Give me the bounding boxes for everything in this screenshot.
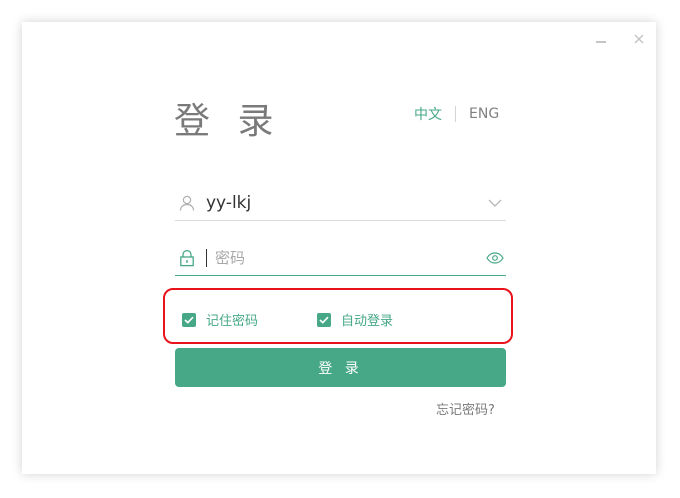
language-option-zh[interactable]: 中文	[414, 104, 442, 124]
close-icon	[634, 34, 644, 44]
eye-icon[interactable]	[484, 247, 506, 269]
login-button[interactable]: 登 录	[175, 348, 506, 387]
password-input[interactable]	[215, 245, 484, 271]
forgot-password-link[interactable]: 忘记密码?	[436, 399, 495, 418]
language-divider	[455, 106, 456, 122]
auto-login-label: 自动登录	[341, 314, 394, 329]
checkmark-icon	[317, 312, 331, 327]
chevron-down-icon[interactable]	[484, 192, 506, 214]
language-option-en[interactable]: ENG	[469, 106, 499, 122]
text-cursor	[206, 249, 207, 267]
remember-password-label: 记住密码	[206, 314, 259, 329]
checkmark-icon	[182, 312, 196, 327]
username-value: yy-lkj	[206, 193, 252, 213]
auto-login-checkbox[interactable]: 自动登录	[317, 310, 393, 329]
minimize-button[interactable]	[590, 28, 612, 50]
lock-icon	[176, 247, 198, 269]
minimize-icon	[596, 41, 606, 43]
password-field[interactable]	[175, 241, 506, 276]
close-button[interactable]	[628, 28, 650, 50]
username-field[interactable]: yy-lkj	[175, 186, 506, 221]
page-title: 登 录	[174, 101, 282, 142]
login-window: 登 录 中文 ENG yy-lkj 记住密码 自动登录 登 录 忘记密码?	[22, 22, 656, 474]
user-icon	[176, 192, 198, 214]
language-switcher: 中文 ENG	[414, 104, 499, 124]
remember-password-checkbox[interactable]: 记住密码	[182, 310, 258, 329]
